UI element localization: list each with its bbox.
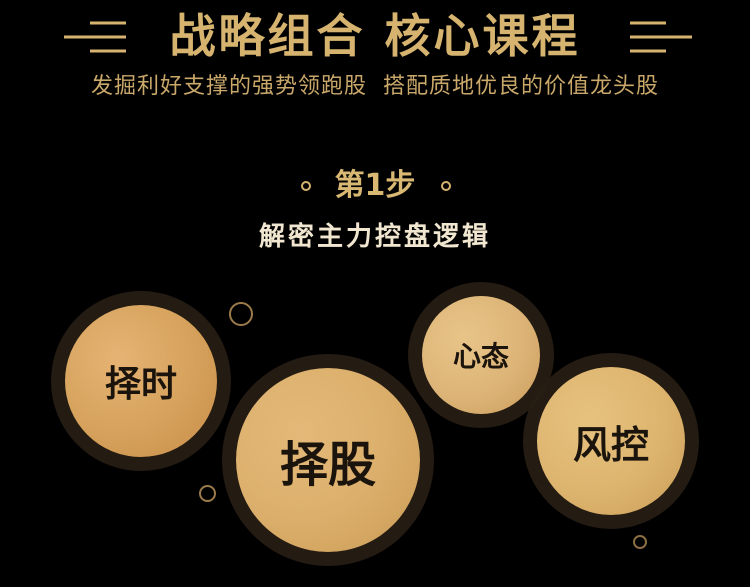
bubble-risk-control: 风控 — [537, 367, 685, 515]
step-row: 第1步 — [0, 166, 750, 206]
bubble-timing-label: 择时 — [104, 364, 177, 405]
decorative-ring-icon — [633, 535, 647, 549]
subtitle-part-1: 发掘利好支撑的强势领跑股 — [90, 74, 367, 99]
bubble-timing: 择时 — [65, 305, 217, 457]
subtitle-part-2: 搭配质地优良的价值龙头股 — [383, 74, 660, 99]
bubble-stock-selection-label: 择股 — [279, 437, 376, 493]
decorative-ring-icon — [229, 302, 253, 326]
title-decoration-right-icon — [630, 20, 692, 54]
bubble-mindset-label: 心态 — [452, 340, 509, 373]
bubble-stock-selection: 择股 — [236, 368, 420, 552]
step-label: 第1步 — [334, 168, 416, 203]
bubble-risk-control-label: 风控 — [572, 422, 649, 467]
title-row: 战略组合 核心课程 — [0, 6, 750, 66]
decorative-ring-icon — [199, 485, 216, 502]
step-decoration-right-icon — [440, 178, 512, 194]
step-description: 解密主力控盘逻辑 — [258, 222, 491, 252]
bubble-mindset: 心态 — [422, 296, 540, 414]
page: 战略组合 核心课程 发掘利好支撑的强势领跑股 搭配质地优良的价值龙头股 第1步 … — [0, 0, 750, 587]
page-subtitle: 发掘利好支撑的强势领跑股 搭配质地优良的价值龙头股 — [0, 72, 750, 102]
